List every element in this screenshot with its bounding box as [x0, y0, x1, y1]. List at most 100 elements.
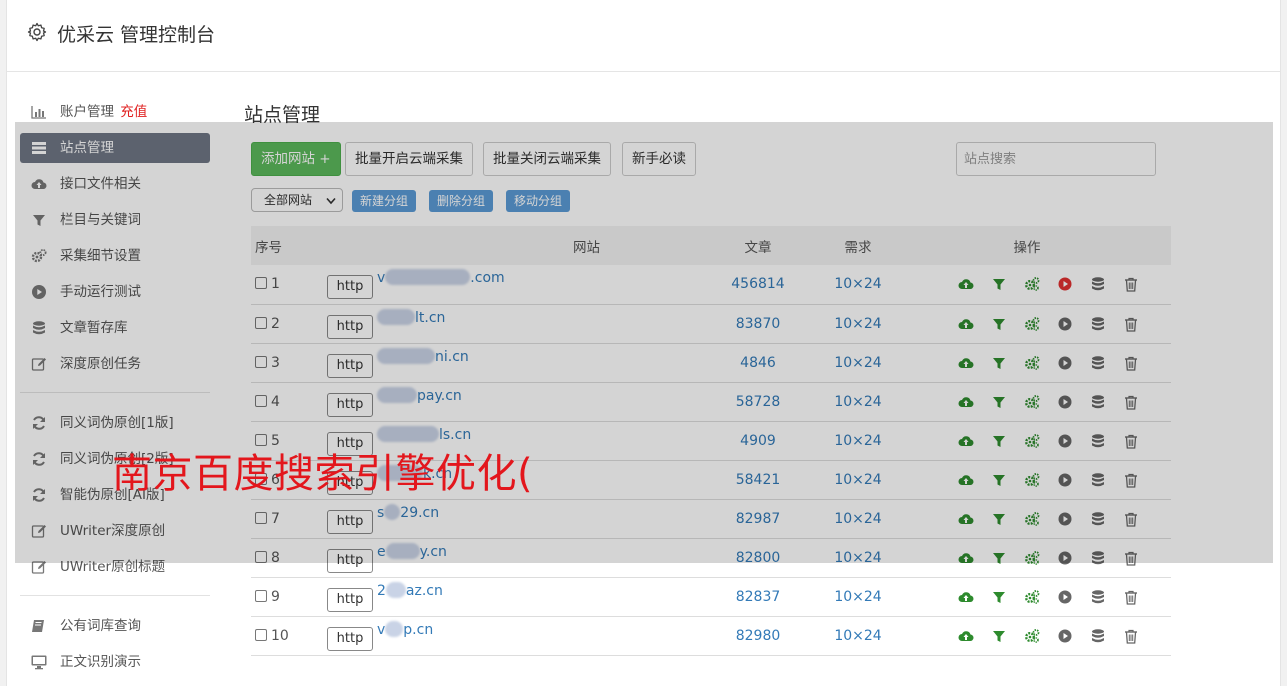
database-icon[interactable]: [1090, 589, 1106, 605]
database-icon[interactable]: [1090, 276, 1106, 292]
demand-value[interactable]: 10×24: [833, 577, 883, 616]
article-count[interactable]: 456814: [683, 265, 833, 304]
row-checkbox[interactable]: [255, 472, 267, 485]
play-circle-icon[interactable]: [1057, 276, 1073, 292]
database-icon[interactable]: [1090, 472, 1106, 488]
database-icon[interactable]: [1090, 628, 1106, 644]
filter-icon[interactable]: [991, 355, 1007, 371]
gears-icon[interactable]: [1024, 550, 1040, 566]
play-circle-icon[interactable]: [1057, 433, 1073, 449]
table-row[interactable]: 4 http pay.cn 58728 10×24: [251, 382, 1171, 421]
site-url-suffix[interactable]: .com: [470, 270, 504, 286]
demand-value[interactable]: 10×24: [833, 304, 883, 343]
http-badge[interactable]: http: [327, 392, 373, 417]
row-checkbox[interactable]: [255, 550, 267, 563]
play-circle-icon[interactable]: [1057, 511, 1073, 527]
filter-icon[interactable]: [991, 276, 1007, 292]
sidebar-item-uwriter-deep[interactable]: UWriter深度原创: [20, 513, 210, 549]
site-url-suffix[interactable]: az.cn: [406, 583, 443, 599]
site-url-suffix[interactable]: ls.cn: [439, 427, 471, 443]
http-badge[interactable]: http: [327, 275, 373, 300]
trash-icon[interactable]: [1123, 511, 1139, 527]
demand-value[interactable]: 10×24: [833, 421, 883, 460]
table-row[interactable]: 5 http ls.cn 4909 10×24: [251, 421, 1171, 460]
database-icon[interactable]: [1090, 355, 1106, 371]
database-icon[interactable]: [1090, 511, 1106, 527]
cloud-upload-icon[interactable]: [958, 550, 974, 566]
sidebar-item-site-management[interactable]: 站点管理: [20, 133, 210, 163]
trash-icon[interactable]: [1123, 628, 1139, 644]
gears-icon[interactable]: [1024, 472, 1040, 488]
row-checkbox[interactable]: [255, 628, 267, 641]
filter-icon[interactable]: [991, 628, 1007, 644]
gears-icon[interactable]: [1024, 589, 1040, 605]
sidebar-item-interface-files[interactable]: 接口文件相关: [20, 166, 210, 202]
sidebar-item-ai-rewrite[interactable]: 智能伪原创[AI版]: [20, 477, 210, 513]
gears-icon[interactable]: [1024, 433, 1040, 449]
row-checkbox[interactable]: [255, 511, 267, 524]
sidebar-item-text-recognition[interactable]: 正文识别演示: [20, 644, 210, 680]
demand-value[interactable]: 10×24: [833, 616, 883, 655]
row-checkbox[interactable]: [255, 355, 267, 368]
row-checkbox[interactable]: [255, 277, 267, 290]
demand-value[interactable]: 10×24: [833, 382, 883, 421]
play-circle-icon[interactable]: [1057, 550, 1073, 566]
database-icon[interactable]: [1090, 394, 1106, 410]
http-badge[interactable]: http: [327, 314, 373, 339]
article-count[interactable]: 82837: [683, 577, 833, 616]
cloud-upload-icon[interactable]: [958, 355, 974, 371]
row-checkbox[interactable]: [255, 589, 267, 602]
filter-icon[interactable]: [991, 511, 1007, 527]
play-circle-icon[interactable]: [1057, 394, 1073, 410]
move-group-button[interactable]: 移动分组: [506, 190, 571, 212]
database-icon[interactable]: [1090, 550, 1106, 566]
newbie-guide-button[interactable]: 新手必读: [622, 142, 696, 176]
sidebar-item-synonym-v1[interactable]: 同义词伪原创[1版]: [20, 405, 210, 441]
demand-value[interactable]: 10×24: [833, 538, 883, 577]
http-badge[interactable]: http: [327, 548, 373, 573]
cloud-upload-icon[interactable]: [958, 433, 974, 449]
cloud-upload-icon[interactable]: [958, 511, 974, 527]
table-row[interactable]: 6 http k.cn 58421 10×24: [251, 460, 1171, 499]
trash-icon[interactable]: [1123, 589, 1139, 605]
http-badge[interactable]: http: [327, 587, 373, 612]
row-checkbox[interactable]: [255, 433, 267, 446]
table-row[interactable]: 1 httpv .com 456814 10×24: [251, 265, 1171, 304]
recharge-link[interactable]: 充值: [120, 104, 147, 120]
sidebar-item-synonym-v2[interactable]: 同义词伪原创[2版]: [20, 441, 210, 477]
article-count[interactable]: 4909: [683, 421, 833, 460]
sidebar-item-article-storage[interactable]: 文章暂存库: [20, 310, 210, 346]
site-url-suffix[interactable]: 29.cn: [400, 505, 439, 521]
article-count[interactable]: 58728: [683, 382, 833, 421]
trash-icon[interactable]: [1123, 316, 1139, 332]
gears-icon[interactable]: [1024, 511, 1040, 527]
cloud-upload-icon[interactable]: [958, 276, 974, 292]
site-url-suffix[interactable]: y.cn: [420, 544, 447, 560]
trash-icon[interactable]: [1123, 394, 1139, 410]
demand-value[interactable]: 10×24: [833, 265, 883, 304]
play-circle-icon[interactable]: [1057, 589, 1073, 605]
sidebar-item-columns-keywords[interactable]: 栏目与关键词: [20, 202, 210, 238]
trash-icon[interactable]: [1123, 355, 1139, 371]
filter-icon[interactable]: [991, 472, 1007, 488]
gears-icon[interactable]: [1024, 316, 1040, 332]
demand-value[interactable]: 10×24: [833, 343, 883, 382]
play-circle-icon[interactable]: [1057, 355, 1073, 371]
delete-group-button[interactable]: 删除分组: [429, 190, 494, 212]
trash-icon[interactable]: [1123, 550, 1139, 566]
gears-icon[interactable]: [1024, 276, 1040, 292]
row-checkbox[interactable]: [255, 394, 267, 407]
http-badge[interactable]: http: [327, 353, 373, 378]
cloud-upload-icon[interactable]: [958, 316, 974, 332]
site-url-prefix[interactable]: 2: [377, 583, 386, 599]
new-group-button[interactable]: 新建分组: [352, 190, 417, 212]
filter-icon[interactable]: [991, 589, 1007, 605]
site-url-prefix[interactable]: e: [377, 544, 386, 560]
trash-icon[interactable]: [1123, 276, 1139, 292]
site-url-suffix[interactable]: pay.cn: [417, 388, 462, 404]
cloud-upload-icon[interactable]: [958, 394, 974, 410]
row-checkbox[interactable]: [255, 316, 267, 329]
sidebar-item-manual-run[interactable]: 手动运行测试: [20, 274, 210, 310]
play-circle-icon[interactable]: [1057, 628, 1073, 644]
article-count[interactable]: 82980: [683, 616, 833, 655]
